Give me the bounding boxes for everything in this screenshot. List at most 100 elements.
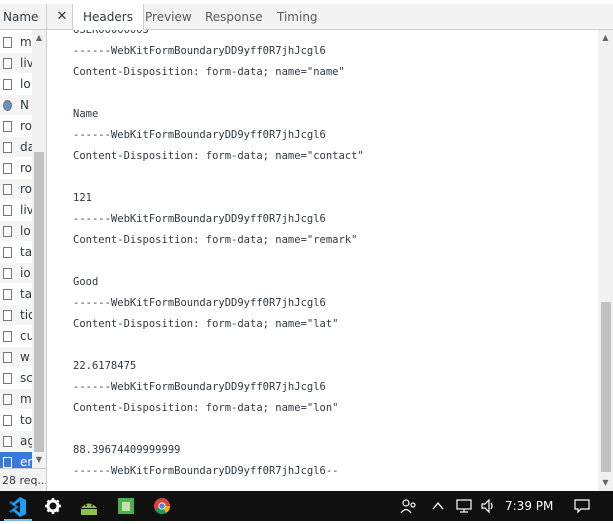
request-row-label: liv [20, 56, 32, 70]
scroll-down-arrow-icon[interactable]: ▼ [32, 452, 46, 468]
scroll-up-arrow-icon[interactable]: ▲ [598, 30, 613, 46]
request-row[interactable]: m [0, 389, 32, 409]
request-row-label: ta [20, 287, 32, 301]
document-icon [3, 289, 12, 300]
request-row-label: to [20, 413, 32, 427]
name-column-header[interactable]: Name [0, 4, 46, 30]
windows-taskbar: 7:39 PM [0, 491, 613, 521]
request-row-label: m [20, 35, 32, 49]
payload-line: ------WebKitFormBoundaryDD9yff0R7jhJcgl6 [73, 45, 326, 57]
document-icon [3, 184, 12, 195]
payload-line: Content-Disposition: form-data; name="co… [73, 150, 364, 162]
payload-line: ------WebKitFormBoundaryDD9yff0R7jhJcgl6 [73, 381, 326, 393]
payload-line: 121 [73, 192, 92, 204]
document-icon [3, 457, 12, 468]
image-icon [3, 352, 12, 363]
request-row-label: er [20, 455, 32, 469]
scrollbar-thumb[interactable] [34, 152, 44, 452]
vscode-icon[interactable] [0, 491, 36, 521]
request-row[interactable]: ta [0, 242, 32, 262]
request-row-label: cu [20, 329, 32, 343]
request-row-label: N [20, 98, 29, 112]
volume-icon[interactable] [480, 498, 498, 514]
document-icon [3, 247, 12, 258]
script-icon [3, 310, 12, 321]
document-icon [3, 205, 12, 216]
settings-icon[interactable] [36, 491, 72, 521]
android-studio-icon[interactable] [72, 491, 108, 521]
document-icon [3, 121, 12, 132]
payload-line: ------WebKitFormBoundaryDD9yff0R7jhJcgl6 [73, 129, 326, 141]
request-row[interactable]: liv [0, 200, 32, 220]
request-count-status: 28 req... [0, 468, 46, 491]
tab-preview[interactable]: Preview [135, 4, 202, 30]
request-row[interactable]: lo [0, 74, 32, 94]
taskbar-clock[interactable]: 7:39 PM [505, 491, 553, 521]
request-row[interactable]: m [0, 32, 32, 52]
people-icon[interactable] [399, 498, 419, 514]
payload-line: USER00000003 [73, 30, 149, 36]
android-device-icon[interactable] [108, 491, 144, 521]
request-row[interactable]: to [0, 410, 32, 430]
request-row[interactable]: N [0, 95, 32, 115]
request-row-label: io [20, 266, 31, 280]
request-row[interactable]: ag [0, 431, 32, 451]
image-icon [3, 373, 12, 384]
action-center-icon[interactable] [573, 498, 591, 514]
network-icon[interactable] [455, 498, 475, 514]
payload-line: Content-Disposition: form-data; name="lo… [73, 402, 339, 414]
payload-line: Content-Disposition: form-data; name="re… [73, 234, 358, 246]
payload-line: Content-Disposition: form-data; name="na… [73, 66, 345, 78]
request-row[interactable]: da [0, 137, 32, 157]
payload-line: 88.39674409999999 [73, 444, 181, 456]
request-row-label: ro [20, 161, 32, 175]
chevron-up-icon[interactable] [431, 498, 445, 514]
request-row[interactable]: ro [0, 179, 32, 199]
document-icon [3, 37, 12, 48]
tab-headers[interactable]: Headers [72, 4, 144, 30]
detail-tabbar: ✕ Headers Preview Response Timing [47, 4, 613, 30]
tab-response[interactable]: Response [195, 4, 273, 30]
document-icon [3, 142, 12, 153]
document-icon [3, 226, 12, 237]
request-row[interactable]: ro [0, 158, 32, 178]
request-list-panel: Name m liv lo Nro da ro ro liv lo ta io ta tic cu w sc m… [0, 4, 47, 491]
request-row[interactable]: tic [0, 305, 32, 325]
request-detail-panel: ✕ Headers Preview Response Timing USER00… [47, 4, 613, 491]
payload-line: ------WebKitFormBoundaryDD9yff0R7jhJcgl6… [73, 465, 339, 477]
payload-line: ------WebKitFormBoundaryDD9yff0R7jhJcgl6 [73, 297, 326, 309]
payload-line: 22.6178475 [73, 360, 137, 372]
document-icon [3, 268, 12, 279]
request-row-label: tic [20, 308, 32, 322]
request-row-label: ro [20, 182, 32, 196]
request-row-label: ta [20, 245, 32, 259]
request-row-label: m [20, 392, 32, 406]
image-icon [3, 436, 12, 447]
request-row-label: ag [20, 434, 32, 448]
request-row-label: da [20, 140, 32, 154]
request-row[interactable]: liv [0, 53, 32, 73]
scrollbar-thumb[interactable] [601, 302, 611, 472]
media-icon [3, 415, 12, 426]
request-payload-view: USER00000003 ------WebKitFormBoundaryDD9y… [47, 30, 598, 491]
detail-scrollbar[interactable]: ▲ ▼ [598, 30, 613, 491]
request-row-label: sc [20, 371, 32, 385]
request-list-scrollbar[interactable]: ▲ ▼ [32, 30, 46, 468]
request-row-label: w [20, 350, 30, 364]
request-row[interactable]: lo [0, 221, 32, 241]
request-row[interactable]: sc [0, 368, 32, 388]
request-row[interactable]: w [0, 347, 32, 367]
close-icon[interactable]: ✕ [53, 4, 71, 30]
scroll-up-arrow-icon[interactable]: ▲ [32, 30, 46, 46]
payload-line: ------WebKitFormBoundaryDD9yff0R7jhJcgl6 [73, 213, 326, 225]
chrome-icon[interactable] [144, 491, 180, 521]
tab-timing[interactable]: Timing [267, 4, 328, 30]
request-row[interactable]: cu [0, 326, 32, 346]
scroll-down-arrow-icon[interactable]: ▼ [598, 475, 613, 491]
request-row-label: lo [20, 77, 31, 91]
request-row[interactable]: ta [0, 284, 32, 304]
payload-line: Content-Disposition: form-data; name="la… [73, 318, 339, 330]
request-row[interactable]: io [0, 263, 32, 283]
payload-line: Name [73, 108, 99, 120]
request-row[interactable]: ro [0, 116, 32, 136]
